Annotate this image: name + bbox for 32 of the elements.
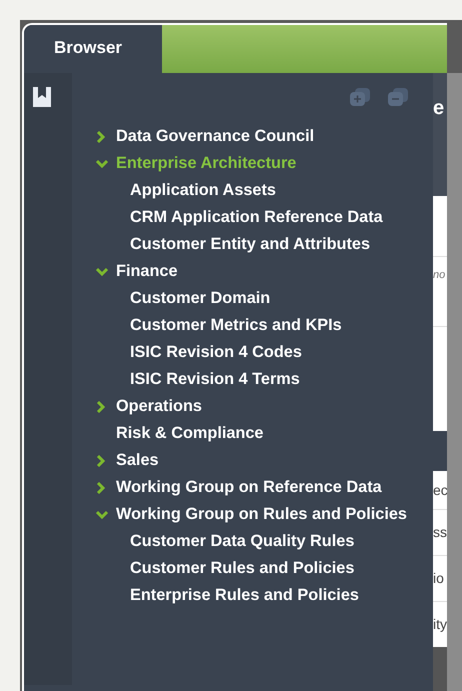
- tree-item[interactable]: Customer Data Quality Rules: [130, 529, 354, 554]
- tree-item[interactable]: Enterprise Rules and Policies: [130, 583, 359, 608]
- chevron-right-icon[interactable]: [96, 400, 106, 412]
- browser-tab[interactable]: Browser: [24, 25, 162, 73]
- chevron-right-icon[interactable]: [96, 482, 106, 494]
- clipped-text: e: [433, 96, 444, 121]
- tree-item[interactable]: Customer Rules and Policies: [130, 556, 354, 581]
- tree-item[interactable]: Customer Metrics and KPIs: [130, 313, 342, 338]
- tree-item[interactable]: Risk & Compliance: [96, 420, 264, 447]
- tree-item[interactable]: Operations: [96, 393, 202, 420]
- tree-item[interactable]: Finance: [96, 258, 178, 285]
- tree-item[interactable]: CRM Application Reference Data: [130, 205, 383, 230]
- clipped-text: ity: [433, 615, 447, 634]
- tree-item[interactable]: Data Governance Council: [96, 123, 314, 150]
- tree-item[interactable]: Working Group on Rules and Policies: [96, 501, 407, 528]
- tree-item[interactable]: Customer Domain: [130, 286, 270, 311]
- bookmark-icon[interactable]: [33, 87, 51, 107]
- tree-item[interactable]: Application Assets: [130, 178, 276, 203]
- clipped-text: io: [433, 569, 444, 588]
- tree-item[interactable]: Working Group on Reference Data: [96, 474, 382, 501]
- chevron-right-icon[interactable]: [96, 454, 106, 466]
- tree-item[interactable]: ISIC Revision 4 Terms: [130, 367, 300, 392]
- tree-item[interactable]: Sales: [96, 447, 159, 474]
- chevron-down-icon[interactable]: [96, 158, 108, 168]
- clipped-text: no: [433, 268, 446, 283]
- tree-item[interactable]: Enterprise Architecture: [96, 150, 296, 177]
- tree-item[interactable]: ISIC Revision 4 Codes: [130, 340, 302, 365]
- chevron-down-icon[interactable]: [96, 266, 108, 276]
- tree-item[interactable]: Customer Entity and Attributes: [130, 232, 370, 257]
- clipped-text: ss: [433, 523, 447, 542]
- chevron-down-icon[interactable]: [96, 510, 108, 520]
- chevron-right-icon[interactable]: [96, 130, 106, 142]
